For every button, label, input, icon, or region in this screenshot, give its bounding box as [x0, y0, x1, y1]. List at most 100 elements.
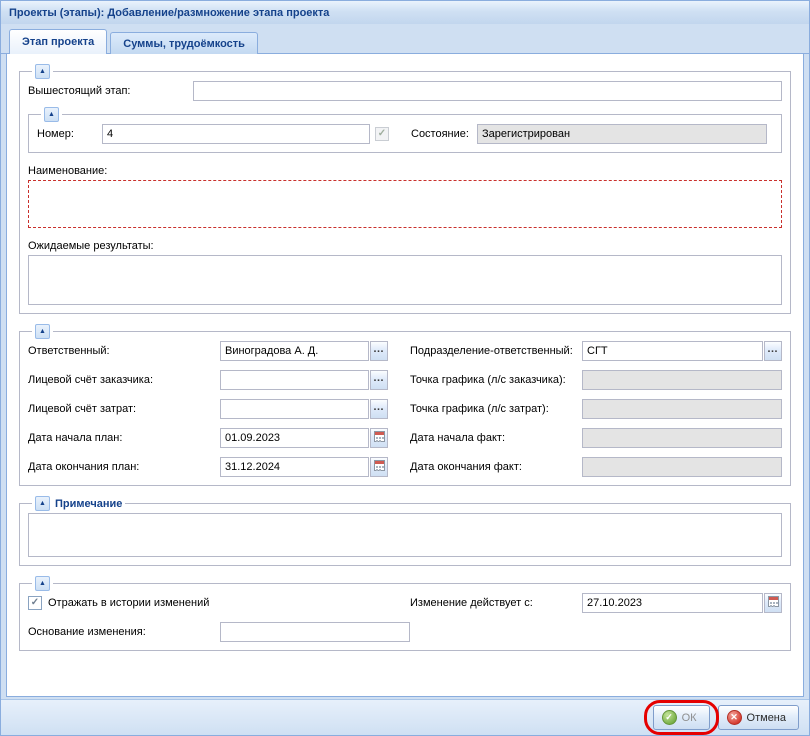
- costs-graph-point-label: Точка графика (л/с затрат):: [410, 403, 582, 415]
- ellipsis-icon: …: [373, 373, 385, 384]
- date-end-fact-input: [582, 457, 782, 477]
- collapse-icon: ▲: [39, 328, 46, 335]
- customer-account-lookup-button[interactable]: …: [370, 370, 388, 390]
- tab-stage[interactable]: Этап проекта: [9, 29, 107, 54]
- customer-account-field: …: [220, 370, 388, 390]
- results-label-row: Ожидаемые результаты:: [28, 240, 782, 252]
- history-checkbox-block: ✓ Отражать в истории изменений: [28, 596, 410, 610]
- number-label: Номер:: [37, 128, 102, 140]
- name-label: Наименование:: [28, 165, 107, 177]
- costs-account-lookup-button[interactable]: …: [370, 399, 388, 419]
- footer-toolbar: ✓ ОК ✕ Отмена: [1, 699, 809, 735]
- date-start-plan-picker-button[interactable]: [370, 428, 388, 448]
- fieldset-details-legend: ▲: [32, 324, 53, 339]
- calendar-icon: [768, 596, 779, 607]
- costs-account-input[interactable]: [220, 399, 369, 419]
- tab-strip: Этап проекта Суммы, трудоёмкость: [1, 24, 809, 54]
- change-reason-input[interactable]: [220, 622, 410, 642]
- note-legend-title: Примечание: [55, 498, 122, 510]
- tab-sums-label: Суммы, трудоёмкость: [123, 38, 245, 50]
- fieldset-history-legend: ▲: [32, 576, 53, 591]
- responsible-input[interactable]: [220, 341, 369, 361]
- department-input[interactable]: [582, 341, 763, 361]
- date-start-plan-label: Дата начала план:: [28, 432, 220, 444]
- expected-results-textarea[interactable]: [28, 255, 782, 305]
- responsible-field: …: [220, 341, 388, 361]
- check-icon: ✓: [378, 129, 386, 139]
- ellipsis-icon: …: [373, 402, 385, 413]
- dialog-window: Проекты (этапы): Добавление/размножение …: [0, 0, 810, 736]
- note-textarea[interactable]: [28, 513, 782, 557]
- collapse-button[interactable]: ▲: [35, 324, 50, 339]
- customer-graph-point-input: [582, 370, 782, 390]
- date-end-row: Дата окончания план: Дата окончания факт…: [28, 457, 782, 477]
- responsible-row: Ответственный: … Подразделение-ответстве…: [28, 341, 782, 361]
- collapse-icon: ▲: [39, 580, 46, 587]
- name-textarea[interactable]: [28, 180, 782, 228]
- cancel-button[interactable]: ✕ Отмена: [718, 705, 799, 730]
- name-label-row: Наименование:: [28, 165, 782, 177]
- ok-button[interactable]: ✓ ОК: [653, 705, 710, 730]
- history-row: ✓ Отражать в истории изменений Изменение…: [28, 593, 782, 613]
- collapse-button[interactable]: ▲: [35, 64, 50, 79]
- number-state-row: Номер: ✓ Состояние:: [37, 124, 773, 144]
- fieldset-note-legend: ▲ Примечание: [32, 496, 125, 511]
- department-lookup-button[interactable]: …: [764, 341, 782, 361]
- costs-account-label: Лицевой счёт затрат:: [28, 403, 220, 415]
- date-end-plan-picker-button[interactable]: [370, 457, 388, 477]
- collapse-button[interactable]: ▲: [35, 576, 50, 591]
- expected-results-label: Ожидаемые результаты:: [28, 240, 154, 252]
- check-glyph: ✓: [665, 713, 673, 722]
- fieldset-number-state: ▲ Номер: ✓ Состояние:: [28, 107, 782, 153]
- date-start-fact-label: Дата начала факт:: [410, 432, 582, 444]
- fieldset-history: ▲ ✓ Отражать в истории изменений Изменен…: [19, 576, 791, 651]
- number-input[interactable]: [102, 124, 370, 144]
- fieldset-main: ▲ Вышестоящий этап: ▲ Номер: ✓ Состояние…: [19, 64, 791, 314]
- collapse-icon: ▲: [39, 500, 46, 507]
- change-date-input[interactable]: [582, 593, 763, 613]
- state-label: Состояние:: [411, 128, 469, 140]
- tab-stage-label: Этап проекта: [22, 36, 94, 48]
- date-start-plan-input[interactable]: [220, 428, 369, 448]
- collapse-button[interactable]: ▲: [44, 107, 59, 122]
- date-start-plan-field: [220, 428, 388, 448]
- date-start-fact-input: [582, 428, 782, 448]
- responsible-lookup-button[interactable]: …: [370, 341, 388, 361]
- costs-account-field: …: [220, 399, 388, 419]
- history-checkbox[interactable]: ✓: [28, 596, 42, 610]
- parent-stage-input[interactable]: [193, 81, 782, 101]
- window-titlebar: Проекты (этапы): Добавление/размножение …: [1, 1, 809, 24]
- fieldset-number-legend: ▲: [41, 107, 62, 122]
- costs-graph-point-input: [582, 399, 782, 419]
- ellipsis-icon: …: [373, 344, 385, 355]
- date-start-row: Дата начала план: Дата начала факт:: [28, 428, 782, 448]
- department-label: Подразделение-ответственный:: [410, 345, 582, 357]
- cancel-button-label: Отмена: [747, 712, 786, 724]
- number-auto-checkbox: ✓: [375, 127, 389, 141]
- collapse-button[interactable]: ▲: [35, 496, 50, 511]
- parent-stage-row: Вышестоящий этап:: [28, 81, 782, 101]
- change-reason-row: Основание изменения:: [28, 622, 782, 642]
- calendar-icon: [374, 431, 385, 442]
- ok-button-label: ОК: [682, 712, 697, 724]
- cancel-cross-icon: ✕: [727, 710, 742, 725]
- change-date-picker-button[interactable]: [764, 593, 782, 613]
- date-end-plan-input[interactable]: [220, 457, 369, 477]
- parent-stage-label: Вышестоящий этап:: [28, 85, 193, 97]
- history-checkbox-label: Отражать в истории изменений: [48, 597, 209, 609]
- fieldset-details: ▲ Ответственный: … Подразделение-ответст…: [19, 324, 791, 486]
- ellipsis-icon: …: [767, 344, 779, 355]
- form-body: ▲ Вышестоящий этап: ▲ Номер: ✓ Состояние…: [6, 54, 804, 697]
- change-date-label: Изменение действует с:: [410, 597, 582, 609]
- state-input: [477, 124, 767, 144]
- date-end-fact-label: Дата окончания факт:: [410, 461, 582, 473]
- calendar-icon: [374, 460, 385, 471]
- collapse-icon: ▲: [39, 68, 46, 75]
- cross-glyph: ✕: [730, 713, 738, 722]
- tab-sums[interactable]: Суммы, трудоёмкость: [110, 32, 258, 54]
- customer-account-input[interactable]: [220, 370, 369, 390]
- ok-button-wrap: ✓ ОК: [653, 705, 710, 730]
- change-date-field: [582, 593, 782, 613]
- fieldset-main-legend: ▲: [32, 64, 53, 79]
- customer-graph-point-label: Точка графика (л/с заказчика):: [410, 374, 582, 386]
